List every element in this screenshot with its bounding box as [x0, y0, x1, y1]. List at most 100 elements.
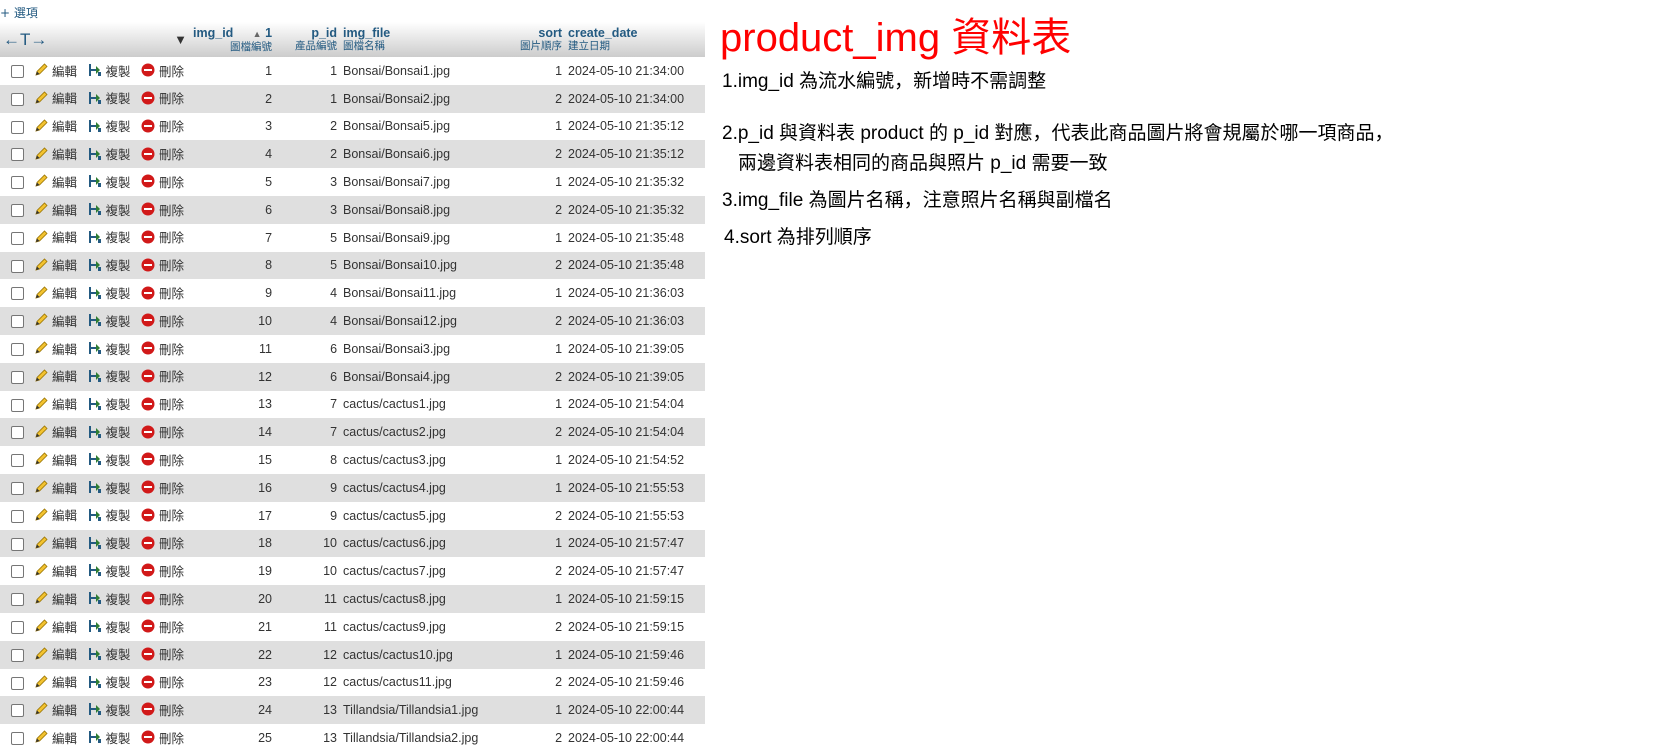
copy-button[interactable]: 複製 — [87, 644, 131, 663]
edit-label[interactable]: 編輯 — [52, 422, 77, 441]
copy-button[interactable]: 複製 — [87, 561, 131, 580]
edit-label[interactable]: 編輯 — [52, 255, 77, 274]
copy-label[interactable]: 複製 — [106, 672, 131, 691]
copy-label[interactable]: 複製 — [106, 366, 131, 385]
delete-label[interactable]: 刪除 — [159, 672, 184, 691]
copy-button[interactable]: 複製 — [87, 227, 131, 246]
column-img-file-label[interactable]: img_file — [343, 26, 507, 40]
edit-label[interactable]: 編輯 — [52, 700, 77, 719]
row-checkbox-cell[interactable] — [0, 473, 30, 502]
edit-button[interactable]: 編輯 — [33, 422, 77, 441]
row-checkbox[interactable] — [11, 203, 24, 217]
edit-button[interactable]: 編輯 — [33, 394, 77, 413]
row-checkbox[interactable] — [11, 620, 24, 634]
delete-label[interactable]: 刪除 — [159, 394, 184, 413]
row-checkbox-cell[interactable] — [0, 57, 30, 85]
edit-button[interactable]: 編輯 — [33, 88, 77, 107]
delete-button[interactable]: 刪除 — [140, 200, 184, 219]
edit-button[interactable]: 編輯 — [33, 339, 77, 358]
row-checkbox-cell[interactable] — [0, 668, 30, 697]
copy-label[interactable]: 複製 — [106, 88, 131, 107]
column-p-id-label[interactable]: p_id — [278, 26, 337, 40]
delete-label[interactable]: 刪除 — [159, 644, 184, 663]
row-checkbox[interactable] — [11, 120, 24, 134]
copy-button[interactable]: 複製 — [87, 339, 131, 358]
copy-label[interactable]: 複製 — [106, 200, 131, 219]
row-checkbox[interactable] — [11, 565, 24, 579]
copy-label[interactable]: 複製 — [106, 116, 131, 135]
edit-label[interactable]: 編輯 — [52, 172, 77, 191]
delete-button[interactable]: 刪除 — [140, 644, 184, 663]
delete-button[interactable]: 刪除 — [140, 617, 184, 636]
copy-label[interactable]: 複製 — [106, 728, 131, 747]
copy-button[interactable]: 複製 — [87, 589, 131, 608]
row-checkbox[interactable] — [11, 231, 24, 245]
edit-button[interactable]: 編輯 — [33, 116, 77, 135]
delete-button[interactable]: 刪除 — [140, 339, 184, 358]
row-checkbox[interactable] — [11, 676, 24, 690]
delete-label[interactable]: 刪除 — [159, 589, 184, 608]
delete-button[interactable]: 刪除 — [140, 394, 184, 413]
row-checkbox[interactable] — [11, 342, 24, 356]
column-sort-label[interactable]: sort — [513, 26, 562, 40]
row-checkbox[interactable] — [11, 593, 24, 607]
edit-button[interactable]: 編輯 — [33, 366, 77, 385]
row-checkbox-cell[interactable] — [0, 334, 30, 363]
row-checkbox-cell[interactable] — [0, 362, 30, 391]
row-checkbox[interactable] — [11, 704, 24, 718]
copy-label[interactable]: 複製 — [106, 172, 131, 191]
delete-button[interactable]: 刪除 — [140, 422, 184, 441]
delete-label[interactable]: 刪除 — [159, 172, 184, 191]
column-header-img-file[interactable]: img_file 圖檔名稱 — [340, 22, 511, 57]
copy-button[interactable]: 複製 — [87, 61, 131, 80]
copy-label[interactable]: 複製 — [106, 589, 131, 608]
edit-label[interactable]: 編輯 — [52, 533, 77, 552]
edit-label[interactable]: 編輯 — [52, 672, 77, 691]
copy-label[interactable]: 複製 — [106, 339, 131, 358]
row-checkbox[interactable] — [11, 426, 24, 440]
copy-label[interactable]: 複製 — [106, 478, 131, 497]
copy-button[interactable]: 複製 — [87, 617, 131, 636]
edit-label[interactable]: 編輯 — [52, 200, 77, 219]
copy-button[interactable]: 複製 — [87, 672, 131, 691]
copy-button[interactable]: 複製 — [87, 478, 131, 497]
delete-label[interactable]: 刪除 — [159, 561, 184, 580]
edit-label[interactable]: 編輯 — [52, 88, 77, 107]
row-checkbox-cell[interactable] — [0, 501, 30, 530]
copy-label[interactable]: 複製 — [106, 144, 131, 163]
copy-button[interactable]: 複製 — [87, 728, 131, 747]
row-checkbox[interactable] — [11, 65, 24, 78]
copy-button[interactable]: 複製 — [87, 200, 131, 219]
copy-label[interactable]: 複製 — [106, 533, 131, 552]
copy-button[interactable]: 複製 — [87, 366, 131, 385]
delete-label[interactable]: 刪除 — [159, 311, 184, 330]
row-checkbox-cell[interactable] — [0, 84, 30, 113]
edit-button[interactable]: 編輯 — [33, 311, 77, 330]
copy-label[interactable]: 複製 — [106, 700, 131, 719]
edit-button[interactable]: 編輯 — [33, 728, 77, 747]
row-checkbox[interactable] — [11, 370, 24, 384]
copy-button[interactable]: 複製 — [87, 422, 131, 441]
column-header-create-date[interactable]: create_date 建立日期 — [565, 22, 706, 57]
copy-button[interactable]: 複製 — [87, 144, 131, 163]
delete-label[interactable]: 刪除 — [159, 227, 184, 246]
delete-button[interactable]: 刪除 — [140, 700, 184, 719]
delete-button[interactable]: 刪除 — [140, 283, 184, 302]
row-checkbox[interactable] — [11, 92, 24, 106]
row-checkbox[interactable] — [11, 537, 24, 551]
edit-label[interactable]: 編輯 — [52, 617, 77, 636]
delete-button[interactable]: 刪除 — [140, 311, 184, 330]
copy-label[interactable]: 複製 — [106, 617, 131, 636]
edit-button[interactable]: 編輯 — [33, 644, 77, 663]
edit-button[interactable]: 編輯 — [33, 700, 77, 719]
delete-button[interactable]: 刪除 — [140, 116, 184, 135]
delete-button[interactable]: 刪除 — [140, 589, 184, 608]
copy-button[interactable]: 複製 — [87, 311, 131, 330]
edit-button[interactable]: 編輯 — [33, 227, 77, 246]
row-checkbox-cell[interactable] — [0, 279, 30, 308]
row-checkbox[interactable] — [11, 259, 24, 273]
edit-label[interactable]: 編輯 — [52, 366, 77, 385]
copy-label[interactable]: 複製 — [106, 283, 131, 302]
copy-label[interactable]: 複製 — [106, 561, 131, 580]
delete-button[interactable]: 刪除 — [140, 533, 184, 552]
